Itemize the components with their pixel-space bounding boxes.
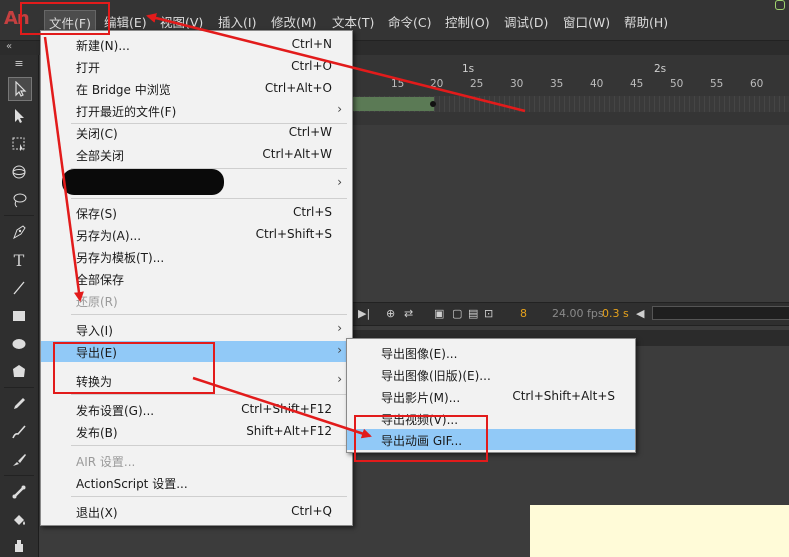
timeline-scrollbar[interactable] <box>652 306 789 320</box>
onion-skin-icon[interactable]: ▣ <box>434 307 444 320</box>
menu-item-save-as[interactable]: 另存为(A)... Ctrl+Shift+S <box>41 224 352 245</box>
submenu-arrow-icon: › <box>337 175 342 189</box>
sync-status-icon <box>775 0 785 10</box>
elapsed-time: 0.3 s <box>602 307 629 320</box>
menu-separator <box>71 198 347 199</box>
loop-icon[interactable]: ⇄ <box>404 307 413 320</box>
pen-tool-icon[interactable] <box>8 221 30 243</box>
menu-control[interactable]: 控制(O) <box>445 12 490 31</box>
keyframe-dot[interactable] <box>430 101 436 107</box>
toolbar-divider <box>4 387 34 388</box>
menu-insert[interactable]: 插入(I) <box>218 12 256 31</box>
oval-tool-icon[interactable] <box>8 333 30 355</box>
stage-canvas[interactable] <box>530 505 789 557</box>
menu-item-publish[interactable]: 发布(B) Shift+Alt+F12 <box>41 421 352 442</box>
frame-number: 30 <box>510 78 524 90</box>
tween-span[interactable] <box>350 97 434 111</box>
frame-number: 50 <box>670 78 684 90</box>
menu-item-close[interactable]: 关闭(C) Ctrl+W <box>41 122 352 143</box>
polystar-tool-icon[interactable] <box>8 361 30 383</box>
menu-modify[interactable]: 修改(M) <box>271 12 317 31</box>
menu-item-close-all[interactable]: 全部关闭 Ctrl+Alt+W <box>41 144 352 165</box>
bone-tool-icon[interactable] <box>8 481 30 503</box>
collapse-chevron-icon[interactable]: « <box>6 41 12 52</box>
submenu-arrow-icon: › <box>337 372 342 386</box>
toolbar-divider <box>4 215 34 216</box>
file-menu: 新建(N)... Ctrl+N 打开 Ctrl+O 在 Bridge 中浏览 Ctrl… <box>40 30 353 526</box>
text-tool-icon[interactable]: T <box>8 249 30 271</box>
paint-brush-tool-icon[interactable] <box>8 449 30 471</box>
frame-number: 25 <box>470 78 484 90</box>
submenu-arrow-icon: › <box>337 343 342 357</box>
menu-item-open-recent[interactable]: 打开最近的文件(F) › <box>41 100 352 121</box>
selection-tool-icon[interactable] <box>8 77 32 101</box>
menu-item-save-as-template[interactable]: 另存为模板(T)... <box>41 246 352 267</box>
onion-outline-icon[interactable]: ▢ <box>452 307 462 320</box>
menu-item-exit[interactable]: 退出(X) Ctrl+Q <box>41 501 352 522</box>
brush-tool-icon[interactable] <box>8 421 30 443</box>
menu-text[interactable]: 文本(T) <box>332 12 374 31</box>
frame-number: 45 <box>630 78 644 90</box>
tools-panel: ≡ T <box>0 55 39 557</box>
lasso-tool-icon[interactable] <box>8 189 30 211</box>
current-frame[interactable]: 8 <box>520 307 527 320</box>
frame-number: 40 <box>590 78 604 90</box>
second-marker: 2s <box>654 63 667 75</box>
menu-item-open[interactable]: 打开 Ctrl+O <box>41 56 352 77</box>
annotation-box-file <box>20 2 110 35</box>
menu-item-export-image[interactable]: 导出图像(E)... <box>347 342 635 363</box>
menu-item-new[interactable]: 新建(N)... Ctrl+N <box>41 34 352 55</box>
menu-item-revert: 还原(R) <box>76 295 118 309</box>
menu-edit[interactable]: 编辑(E) <box>104 12 147 31</box>
edit-multiple-frames-icon[interactable]: ▤ <box>468 307 478 320</box>
pencil-tool-icon[interactable] <box>8 393 30 415</box>
frame-number: 55 <box>710 78 724 90</box>
paint-bucket-tool-icon[interactable] <box>8 509 30 531</box>
submenu-arrow-icon: › <box>337 102 342 116</box>
free-transform-tool-icon[interactable] <box>8 133 30 155</box>
timeline-ruler[interactable]: 1s 2s 15 20 25 30 35 40 45 50 55 60 <box>350 58 789 92</box>
menu-debug[interactable]: 调试(D) <box>504 12 548 31</box>
go-to-last-frame-icon[interactable]: ▶| <box>358 307 370 320</box>
subselection-tool-icon[interactable] <box>8 105 30 127</box>
ink-bottle-tool-icon[interactable] <box>8 535 30 557</box>
menu-view[interactable]: 视图(V) <box>160 12 203 31</box>
menu-commands[interactable]: 命令(C) <box>388 12 431 31</box>
modify-markers-icon[interactable]: ⊡ <box>484 307 493 320</box>
toolbar-divider <box>4 475 34 476</box>
menu-separator <box>71 445 347 446</box>
panel-menu-icon[interactable]: ≡ <box>8 57 30 70</box>
frame-number: 35 <box>550 78 564 90</box>
menu-separator <box>71 496 347 497</box>
menu-item-publish-settings[interactable]: 发布设置(G)... Ctrl+Shift+F12 <box>41 399 352 420</box>
annotation-box-export <box>53 342 215 394</box>
center-frame-icon[interactable]: ⊕ <box>386 307 395 320</box>
3d-rotation-tool-icon[interactable] <box>8 161 30 183</box>
menu-item-export-movie[interactable]: 导出影片(M)... Ctrl+Shift+Alt+S <box>347 386 635 407</box>
menu-item-save[interactable]: 保存(S) Ctrl+S <box>41 202 352 223</box>
frame-number: 20 <box>430 78 444 90</box>
menu-item-air-settings: AIR 设置... <box>76 455 136 469</box>
annotation-box-gif <box>354 415 488 462</box>
frame-number: 15 <box>391 78 405 90</box>
frame-rate[interactable]: 24.00 fps <box>552 307 604 320</box>
menu-item-browse-bridge[interactable]: 在 Bridge 中浏览 Ctrl+Alt+O <box>41 78 352 99</box>
menu-separator <box>71 314 347 315</box>
menu-window[interactable]: 窗口(W) <box>563 12 610 31</box>
menu-item-import[interactable]: 导入(I) › <box>41 319 352 340</box>
rectangle-tool-icon[interactable] <box>8 305 30 327</box>
second-marker: 1s <box>462 63 475 75</box>
line-tool-icon[interactable] <box>8 277 30 299</box>
menu-help[interactable]: 帮助(H) <box>624 12 668 31</box>
menu-item-actionscript-settings[interactable]: ActionScript 设置... <box>41 472 352 493</box>
submenu-arrow-icon: › <box>337 321 342 335</box>
frame-number: 60 <box>750 78 764 90</box>
menu-item-save-all[interactable]: 全部保存 <box>41 268 352 289</box>
redaction-mark <box>62 169 224 195</box>
menu-item-export-image-legacy[interactable]: 导出图像(旧版)(E)... <box>347 364 635 385</box>
scroll-left-icon[interactable]: ◀ <box>636 307 644 320</box>
menu-separator <box>71 394 347 395</box>
